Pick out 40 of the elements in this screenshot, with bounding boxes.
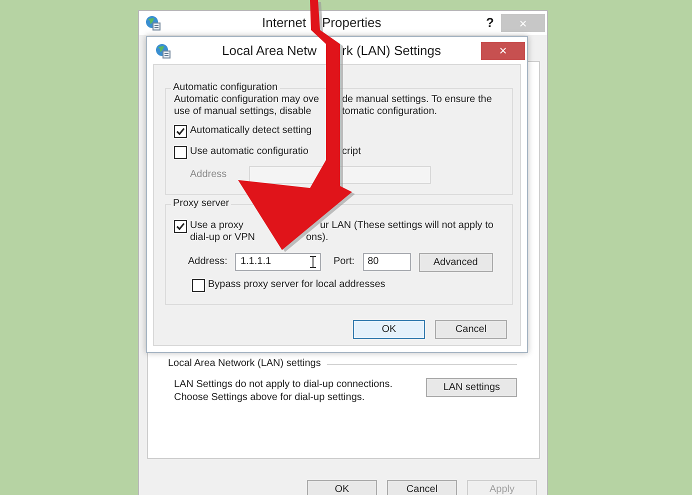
advanced-button[interactable]: Advanced [418, 252, 493, 272]
dialog-button[interactable]: Cancel [435, 320, 507, 339]
checkbox[interactable] [174, 125, 187, 138]
description-text: tomatic configuration. [342, 106, 438, 118]
checkbox[interactable] [174, 220, 187, 233]
field-label: Port: [333, 256, 355, 268]
lan-settings-button[interactable]: LAN settings [426, 378, 517, 397]
dialog-button[interactable]: Cancel [387, 480, 457, 495]
help-button[interactable]: ? [479, 17, 501, 29]
port-field[interactable]: 80 [362, 253, 411, 271]
checkbox[interactable] [174, 146, 187, 159]
checkbox-label: ur LAN (These settings will not apply to [320, 220, 494, 232]
dialog-button[interactable]: OK [353, 320, 425, 339]
description-text: de manual settings. To ensure the [342, 94, 492, 106]
internet-options-icon [155, 42, 171, 58]
checkbox-label: Use automatic configuratio [190, 146, 308, 158]
description-text: Automatic configuration may ove [174, 94, 320, 106]
close-button[interactable]: × [481, 42, 525, 60]
checkbox-label: cript [342, 146, 361, 158]
group-title: Automatic configuration [171, 82, 280, 94]
proxy-address-field[interactable]: 1.1.1.1 [235, 253, 322, 271]
checkbox-label: Use a proxy [190, 220, 244, 232]
text-cursor-icon [310, 256, 316, 268]
field-label: Address: [188, 256, 228, 268]
window-title: Properties [322, 15, 382, 31]
dialog-button[interactable]: OK [307, 480, 377, 495]
field-label: Address [190, 169, 227, 181]
window-title: Internet [262, 15, 306, 31]
dialog-title: Local Area Netw [222, 42, 317, 58]
lan-description: LAN Settings do not apply to dial-up connections. Choose Settings above for dial-up settings. [174, 378, 394, 404]
checkbox-label: Bypass proxy server for local addresses [208, 279, 386, 291]
group-title: Local Area Network (LAN) settings [168, 358, 321, 370]
dialog-title: rk (LAN) Settings [342, 42, 441, 58]
description-text: use of manual settings, disable [174, 106, 312, 118]
internet-options-icon [145, 15, 161, 31]
checkbox-label: ons). [306, 232, 328, 244]
checkbox-label: dial-up or VPN [190, 232, 256, 244]
checkbox-label: Automatically detect setting [190, 125, 312, 137]
group-title: Proxy server [171, 198, 232, 210]
checkbox[interactable] [192, 279, 205, 292]
